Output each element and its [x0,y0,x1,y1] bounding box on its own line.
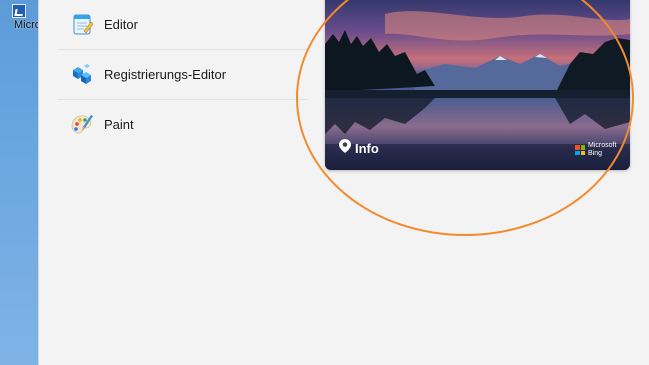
notepad-icon [70,12,94,36]
desktop-shortcut-label[interactable]: Micro [14,19,41,31]
app-label: Paint [104,117,134,132]
regedit-icon [70,62,94,86]
info-button[interactable]: Info [339,139,379,157]
info-label: Info [355,140,379,156]
microsoft-bing-badge: Microsoft Bing [575,142,616,158]
app-item-paint[interactable]: Paint [58,100,308,149]
brand-line-1: Microsoft [588,142,617,149]
app-item-editor[interactable]: Editor [58,0,308,50]
desktop-shortcut-icon[interactable] [12,4,26,18]
app-label: Registrierungs-Editor [104,67,227,82]
start-menu-panel: Editor Registrierungs-Editor Paint Info … [38,0,649,365]
paint-icon [70,112,94,136]
app-item-registry-editor[interactable]: Registrierungs-Editor [58,50,308,100]
brand-line-2: Bing [588,150,603,157]
wallpaper-spotlight-card[interactable]: Info Microsoft Bing [325,0,630,170]
app-label: Editor [104,17,138,32]
desktop-background: Micro [0,0,41,365]
app-list: Editor Registrierungs-Editor Paint [58,0,308,149]
bing-brand-text: Microsoft Bing [588,142,616,158]
microsoft-logo-icon [575,145,585,155]
location-pin-icon [339,139,351,155]
